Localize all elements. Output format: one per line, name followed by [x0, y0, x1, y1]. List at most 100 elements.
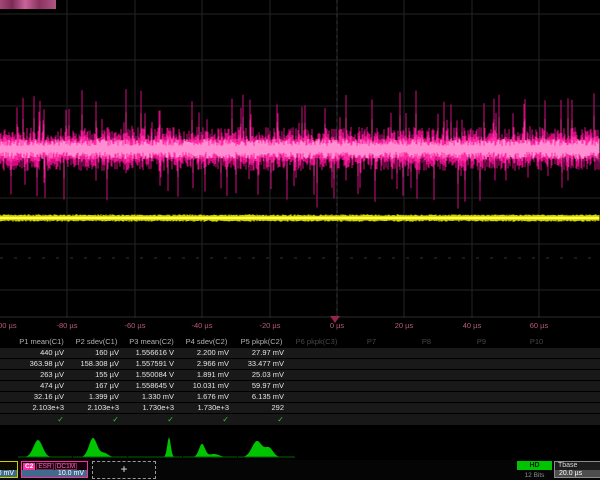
status-check-icon: ✓ — [179, 414, 234, 425]
param-cell — [344, 381, 399, 391]
param-cell: 2.966 mV — [179, 359, 234, 369]
status-check-icon: ✓ — [14, 414, 69, 425]
histicon — [183, 444, 237, 457]
param-cell — [399, 392, 454, 402]
status-check-icon: ✓ — [69, 414, 124, 425]
param-cell — [344, 392, 399, 402]
timebase-panel[interactable]: Tbase 20.0 µs — [554, 461, 600, 478]
param-cell: 25.03 mV — [234, 370, 289, 380]
param-header[interactable]: P7 — [344, 337, 399, 347]
tick-label: -60 µs — [125, 321, 146, 330]
param-cell — [454, 392, 509, 402]
c2-scale-value: 10.0 mV — [22, 470, 87, 477]
param-cell — [344, 359, 399, 369]
status-check-icon: ✓ — [234, 414, 289, 425]
param-cell: 2.200 mV — [179, 348, 234, 358]
param-header[interactable]: P4 sdev(C2) — [179, 337, 234, 347]
param-cell: 1.330 mV — [124, 392, 179, 402]
param-cell: 32.16 µV — [14, 392, 69, 402]
histicon — [238, 441, 295, 457]
param-cell: 2.103e+3 — [69, 403, 124, 413]
param-header[interactable]: P3 mean(C2) — [124, 337, 179, 347]
tick-label: 0 µs — [330, 321, 344, 330]
param-cell: 27.97 mV — [234, 348, 289, 358]
param-cell: 1.730e+3 — [124, 403, 179, 413]
add-trace-button[interactable]: + — [92, 461, 156, 479]
param-cell — [289, 381, 344, 391]
tick-label: -40 µs — [192, 321, 213, 330]
param-cell — [399, 381, 454, 391]
param-cell — [289, 370, 344, 380]
param-cell: 1.550084 V — [124, 370, 179, 380]
status-check-icon: ✓ — [124, 414, 179, 425]
tick-label: 40 µs — [463, 321, 482, 330]
histicon — [18, 440, 72, 457]
measure-stat-row: 263 µV155 µV1.550084 V1.891 mV25.03 mV — [0, 370, 600, 380]
param-cell: 1.557591 V — [124, 359, 179, 369]
cropped-pink-fragment — [0, 0, 56, 9]
param-header[interactable]: P1 mean(C1) — [14, 337, 69, 347]
param-cell — [509, 392, 564, 402]
channel-c1-descriptor[interactable]: DC1M 10.0 mV — [0, 461, 18, 478]
bottom-bar: DC1M 10.0 mV C2 ESR DC1M 10.0 mV + HD 12… — [0, 460, 600, 480]
param-cell — [399, 370, 454, 380]
param-cell — [454, 348, 509, 358]
param-cell: 2.103e+3 — [14, 403, 69, 413]
param-cell: 263 µV — [14, 370, 69, 380]
tick-label: 20 µs — [395, 321, 414, 330]
param-header[interactable]: P6 pkpk(C3) — [289, 337, 344, 347]
param-cell: 474 µV — [14, 381, 69, 391]
param-cell: 1.891 mV — [179, 370, 234, 380]
param-cell — [289, 348, 344, 358]
histicon-strip — [0, 436, 600, 460]
tick-label: -20 µs — [260, 321, 281, 330]
measure-stat-row: 474 µV167 µV1.558645 V10.031 mV59.97 mV — [0, 381, 600, 391]
param-cell: 59.97 mV — [234, 381, 289, 391]
param-cell — [454, 403, 509, 413]
status-check-icon — [454, 414, 509, 425]
param-cell — [399, 403, 454, 413]
status-check-icon — [289, 414, 344, 425]
param-header[interactable]: P10 — [509, 337, 564, 347]
param-cell — [509, 381, 564, 391]
timebase-label: Tbase — [555, 462, 600, 470]
param-cell — [344, 403, 399, 413]
x-axis: -100 µs-80 µs-60 µs-40 µs-20 µs0 µs20 µs… — [0, 318, 600, 335]
param-cell: 1.399 µV — [69, 392, 124, 402]
param-cell — [344, 348, 399, 358]
param-header[interactable]: P2 sdev(C1) — [69, 337, 124, 347]
oscilloscope-screen: -100 µs-80 µs-60 µs-40 µs-20 µs0 µs20 µs… — [0, 0, 600, 480]
param-header[interactable]: P8 — [399, 337, 454, 347]
c2-esr-badge: ESR — [36, 463, 53, 470]
timebase-value: 20.0 µs — [555, 470, 600, 477]
measure-header-row: P1 mean(C1)P2 sdev(C1)P3 mean(C2)P4 sdev… — [0, 337, 600, 347]
param-cell: 1.730e+3 — [179, 403, 234, 413]
param-cell — [454, 370, 509, 380]
param-cell — [509, 370, 564, 380]
param-header[interactable]: P9 — [454, 337, 509, 347]
param-cell — [289, 359, 344, 369]
c2-coupling-badge: DC1M — [55, 463, 77, 470]
param-cell — [344, 370, 399, 380]
param-cell: 158.308 µV — [69, 359, 124, 369]
status-check-icon — [344, 414, 399, 425]
param-cell: 167 µV — [69, 381, 124, 391]
histicon — [128, 437, 182, 457]
channel-c2-descriptor[interactable]: C2 ESR DC1M 10.0 mV — [21, 461, 88, 478]
param-cell: 33.477 mV — [234, 359, 289, 369]
param-cell: 160 µV — [69, 348, 124, 358]
param-cell — [399, 348, 454, 358]
param-cell — [454, 381, 509, 391]
measure-table: P1 mean(C1)P2 sdev(C1)P3 mean(C2)P4 sdev… — [0, 337, 600, 426]
measure-stat-row: 32.16 µV1.399 µV1.330 mV1.676 mV6.135 mV — [0, 392, 600, 402]
status-check-icon — [509, 414, 564, 425]
param-header[interactable]: P5 pkpk(C2) — [234, 337, 289, 347]
param-cell — [454, 359, 509, 369]
param-cell: 1.558645 V — [124, 381, 179, 391]
measure-stat-row: 2.103e+32.103e+31.730e+31.730e+3292 — [0, 403, 600, 413]
param-cell — [509, 348, 564, 358]
plus-icon: + — [120, 462, 127, 476]
param-cell: 1.556616 V — [124, 348, 179, 358]
status-check-icon — [399, 414, 454, 425]
hd-mode-badge[interactable]: HD — [517, 461, 552, 470]
